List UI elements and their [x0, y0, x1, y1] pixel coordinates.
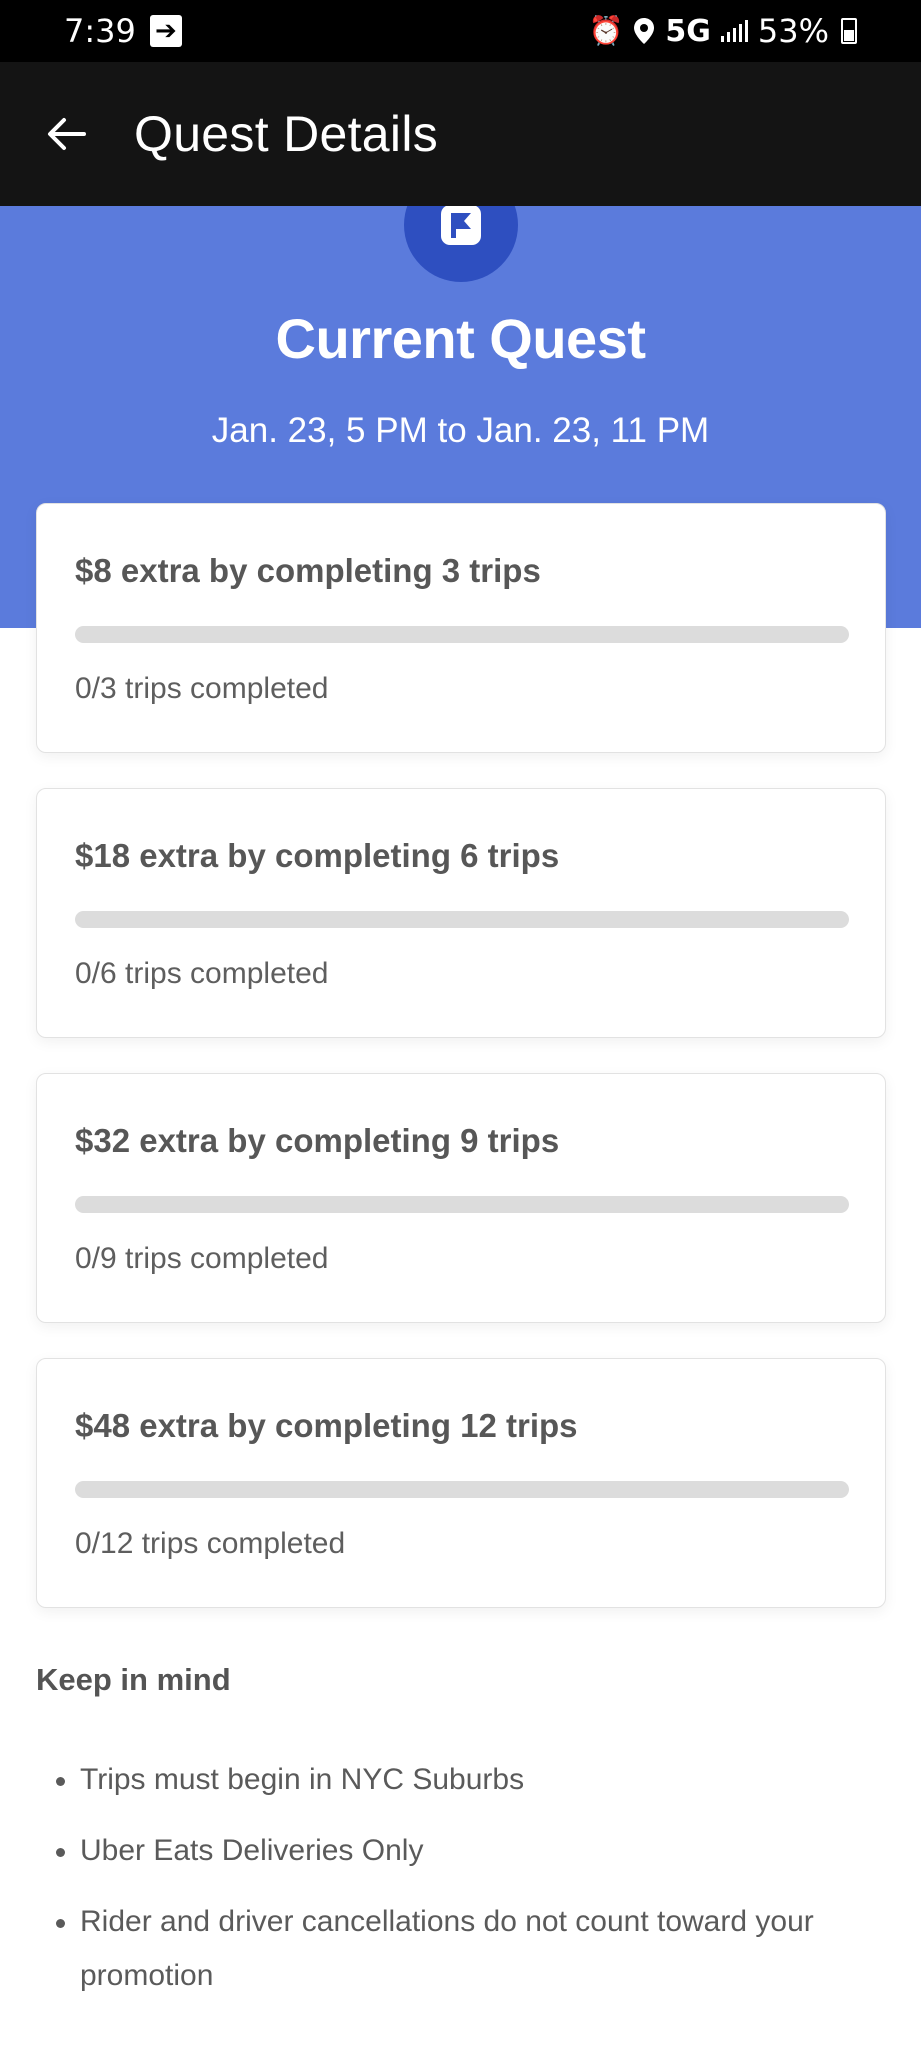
network-type: 5G	[665, 13, 711, 49]
list-item: Rider and driver cancellations do not co…	[36, 1895, 886, 2003]
flag-icon	[441, 206, 481, 245]
quest-tier-card: $18 extra by completing 6 trips 0/6 trip…	[36, 788, 886, 1038]
progress-bar	[75, 1481, 849, 1498]
keep-in-mind-list: Trips must begin in NYC Suburbs Uber Eat…	[36, 1753, 886, 2020]
progress-bar	[75, 1196, 849, 1213]
bullet-icon	[56, 1848, 65, 1857]
page-title: Quest Details	[134, 106, 439, 162]
progress-bar	[75, 626, 849, 643]
list-item: Uber Eats Deliveries Only	[36, 1824, 886, 1878]
battery-percent: 53%	[757, 12, 829, 50]
quest-tiers: $8 extra by completing 3 trips 0/3 trips…	[36, 503, 886, 1643]
quest-tier-status: 0/6 trips completed	[75, 957, 329, 990]
quest-badge	[404, 206, 518, 282]
arrow-left-icon	[48, 118, 86, 150]
status-time: 7:39	[64, 12, 136, 50]
quest-tier-card: $32 extra by completing 9 trips 0/9 trip…	[36, 1073, 886, 1323]
alarm-icon: ⏰	[588, 14, 624, 47]
keep-in-mind-heading: Keep in mind	[36, 1662, 231, 1697]
quest-tier-title: $18 extra by completing 6 trips	[75, 837, 560, 874]
signal-icon	[720, 20, 748, 42]
list-item-text: Trips must begin in NYC Suburbs	[80, 1763, 525, 1796]
quest-tier-title: $8 extra by completing 3 trips	[75, 552, 541, 589]
location-icon	[634, 18, 655, 44]
quest-tier-status: 0/12 trips completed	[75, 1527, 346, 1560]
quest-date-range: Jan. 23, 5 PM to Jan. 23, 11 PM	[211, 411, 710, 450]
list-item: Trips must begin in NYC Suburbs	[36, 1753, 886, 1807]
list-item-text: Rider and driver cancellations do not co…	[80, 1905, 814, 1992]
quest-tier-card: $48 extra by completing 12 trips 0/12 tr…	[36, 1358, 886, 1608]
quest-tier-status: 0/3 trips completed	[75, 672, 329, 705]
app-bar: Quest Details	[0, 62, 921, 206]
battery-icon	[841, 18, 857, 44]
quest-tier-title: $48 extra by completing 12 trips	[75, 1407, 578, 1444]
progress-bar	[75, 911, 849, 928]
status-bar-left: 7:39 ➔	[64, 12, 182, 50]
status-bar-right: ⏰ 5G 53%	[588, 12, 857, 50]
bullet-icon	[56, 1919, 65, 1928]
bullet-icon	[56, 1777, 65, 1786]
back-button[interactable]	[30, 98, 102, 170]
cast-icon: ➔	[149, 15, 182, 47]
status-bar: 7:39 ➔ ⏰ 5G 53%	[0, 0, 921, 62]
quest-tier-card: $8 extra by completing 3 trips 0/3 trips…	[36, 503, 886, 753]
list-item-text: Uber Eats Deliveries Only	[80, 1834, 424, 1867]
quest-tier-status: 0/9 trips completed	[75, 1242, 329, 1275]
quest-title: Current Quest	[275, 307, 647, 370]
quest-tier-title: $32 extra by completing 9 trips	[75, 1122, 560, 1159]
